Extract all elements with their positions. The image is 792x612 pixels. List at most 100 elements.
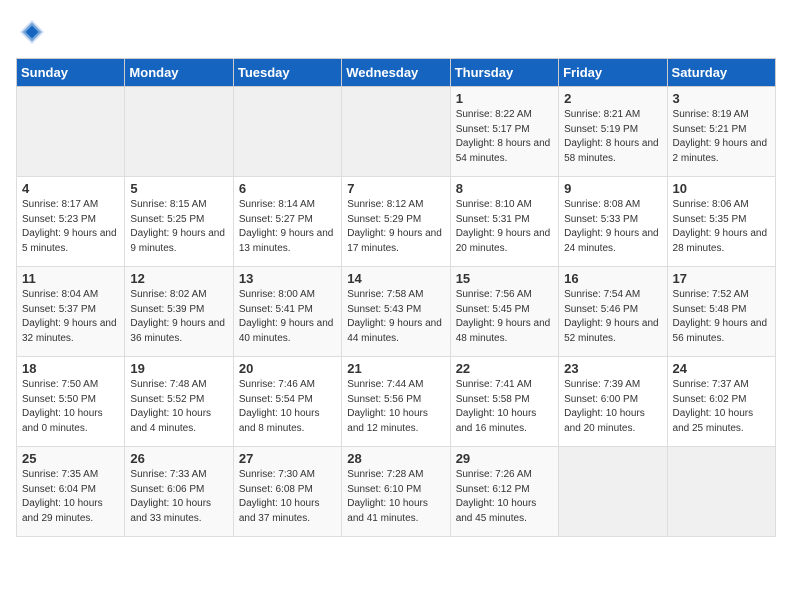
day-number: 17 — [673, 271, 770, 286]
calendar-week-5: 25 Sunrise: 7:35 AMSunset: 6:04 PMDaylig… — [17, 447, 776, 537]
day-number: 8 — [456, 181, 553, 196]
day-number: 22 — [456, 361, 553, 376]
day-number: 18 — [22, 361, 119, 376]
weekday-header-monday: Monday — [125, 59, 233, 87]
day-number: 15 — [456, 271, 553, 286]
calendar-cell: 5 Sunrise: 8:15 AMSunset: 5:25 PMDayligh… — [125, 177, 233, 267]
logo-icon — [16, 16, 48, 48]
calendar-cell: 21 Sunrise: 7:44 AMSunset: 5:56 PMDaylig… — [342, 357, 450, 447]
day-number: 29 — [456, 451, 553, 466]
calendar-cell — [559, 447, 667, 537]
calendar-cell: 8 Sunrise: 8:10 AMSunset: 5:31 PMDayligh… — [450, 177, 558, 267]
calendar-cell: 6 Sunrise: 8:14 AMSunset: 5:27 PMDayligh… — [233, 177, 341, 267]
calendar-cell: 7 Sunrise: 8:12 AMSunset: 5:29 PMDayligh… — [342, 177, 450, 267]
day-number: 3 — [673, 91, 770, 106]
calendar-week-1: 1 Sunrise: 8:22 AMSunset: 5:17 PMDayligh… — [17, 87, 776, 177]
day-info: Sunrise: 8:19 AMSunset: 5:21 PMDaylight:… — [673, 108, 770, 166]
day-info: Sunrise: 7:46 AMSunset: 5:54 PMDaylight:… — [239, 378, 336, 436]
day-info: Sunrise: 8:00 AMSunset: 5:41 PMDaylight:… — [239, 288, 336, 346]
weekday-header-sunday: Sunday — [17, 59, 125, 87]
calendar-cell: 24 Sunrise: 7:37 AMSunset: 6:02 PMDaylig… — [667, 357, 775, 447]
day-number: 20 — [239, 361, 336, 376]
calendar-cell: 10 Sunrise: 8:06 AMSunset: 5:35 PMDaylig… — [667, 177, 775, 267]
day-info: Sunrise: 7:37 AMSunset: 6:02 PMDaylight:… — [673, 378, 770, 436]
calendar-week-3: 11 Sunrise: 8:04 AMSunset: 5:37 PMDaylig… — [17, 267, 776, 357]
day-info: Sunrise: 8:21 AMSunset: 5:19 PMDaylight:… — [564, 108, 661, 166]
day-number: 14 — [347, 271, 444, 286]
calendar-cell — [667, 447, 775, 537]
day-number: 12 — [130, 271, 227, 286]
calendar-cell: 11 Sunrise: 8:04 AMSunset: 5:37 PMDaylig… — [17, 267, 125, 357]
weekday-header-thursday: Thursday — [450, 59, 558, 87]
day-number: 28 — [347, 451, 444, 466]
calendar-cell — [233, 87, 341, 177]
day-info: Sunrise: 7:58 AMSunset: 5:43 PMDaylight:… — [347, 288, 444, 346]
calendar-cell: 26 Sunrise: 7:33 AMSunset: 6:06 PMDaylig… — [125, 447, 233, 537]
day-info: Sunrise: 8:17 AMSunset: 5:23 PMDaylight:… — [22, 198, 119, 256]
weekday-header-tuesday: Tuesday — [233, 59, 341, 87]
day-info: Sunrise: 8:22 AMSunset: 5:17 PMDaylight:… — [456, 108, 553, 166]
day-number: 11 — [22, 271, 119, 286]
calendar-week-4: 18 Sunrise: 7:50 AMSunset: 5:50 PMDaylig… — [17, 357, 776, 447]
day-info: Sunrise: 8:04 AMSunset: 5:37 PMDaylight:… — [22, 288, 119, 346]
day-info: Sunrise: 7:30 AMSunset: 6:08 PMDaylight:… — [239, 468, 336, 526]
weekday-header-saturday: Saturday — [667, 59, 775, 87]
calendar-cell: 19 Sunrise: 7:48 AMSunset: 5:52 PMDaylig… — [125, 357, 233, 447]
calendar-cell — [342, 87, 450, 177]
day-info: Sunrise: 7:44 AMSunset: 5:56 PMDaylight:… — [347, 378, 444, 436]
day-number: 7 — [347, 181, 444, 196]
calendar-cell: 20 Sunrise: 7:46 AMSunset: 5:54 PMDaylig… — [233, 357, 341, 447]
calendar-body: 1 Sunrise: 8:22 AMSunset: 5:17 PMDayligh… — [17, 87, 776, 537]
day-info: Sunrise: 8:15 AMSunset: 5:25 PMDaylight:… — [130, 198, 227, 256]
calendar-cell — [125, 87, 233, 177]
day-info: Sunrise: 7:50 AMSunset: 5:50 PMDaylight:… — [22, 378, 119, 436]
calendar-cell: 3 Sunrise: 8:19 AMSunset: 5:21 PMDayligh… — [667, 87, 775, 177]
day-info: Sunrise: 8:02 AMSunset: 5:39 PMDaylight:… — [130, 288, 227, 346]
calendar-cell: 17 Sunrise: 7:52 AMSunset: 5:48 PMDaylig… — [667, 267, 775, 357]
day-info: Sunrise: 7:28 AMSunset: 6:10 PMDaylight:… — [347, 468, 444, 526]
logo — [16, 16, 52, 48]
day-info: Sunrise: 8:06 AMSunset: 5:35 PMDaylight:… — [673, 198, 770, 256]
calendar-cell: 2 Sunrise: 8:21 AMSunset: 5:19 PMDayligh… — [559, 87, 667, 177]
day-info: Sunrise: 7:56 AMSunset: 5:45 PMDaylight:… — [456, 288, 553, 346]
calendar-cell: 4 Sunrise: 8:17 AMSunset: 5:23 PMDayligh… — [17, 177, 125, 267]
day-number: 13 — [239, 271, 336, 286]
day-info: Sunrise: 7:39 AMSunset: 6:00 PMDaylight:… — [564, 378, 661, 436]
weekday-header-row: SundayMondayTuesdayWednesdayThursdayFrid… — [17, 59, 776, 87]
calendar-table: SundayMondayTuesdayWednesdayThursdayFrid… — [16, 58, 776, 537]
day-number: 25 — [22, 451, 119, 466]
day-number: 16 — [564, 271, 661, 286]
day-number: 27 — [239, 451, 336, 466]
day-number: 4 — [22, 181, 119, 196]
calendar-cell: 9 Sunrise: 8:08 AMSunset: 5:33 PMDayligh… — [559, 177, 667, 267]
day-info: Sunrise: 7:52 AMSunset: 5:48 PMDaylight:… — [673, 288, 770, 346]
calendar-cell: 15 Sunrise: 7:56 AMSunset: 5:45 PMDaylig… — [450, 267, 558, 357]
calendar-cell: 23 Sunrise: 7:39 AMSunset: 6:00 PMDaylig… — [559, 357, 667, 447]
calendar-cell: 28 Sunrise: 7:28 AMSunset: 6:10 PMDaylig… — [342, 447, 450, 537]
day-info: Sunrise: 8:08 AMSunset: 5:33 PMDaylight:… — [564, 198, 661, 256]
day-info: Sunrise: 7:26 AMSunset: 6:12 PMDaylight:… — [456, 468, 553, 526]
day-info: Sunrise: 7:33 AMSunset: 6:06 PMDaylight:… — [130, 468, 227, 526]
day-number: 1 — [456, 91, 553, 106]
day-info: Sunrise: 7:41 AMSunset: 5:58 PMDaylight:… — [456, 378, 553, 436]
calendar-cell: 22 Sunrise: 7:41 AMSunset: 5:58 PMDaylig… — [450, 357, 558, 447]
calendar-cell: 14 Sunrise: 7:58 AMSunset: 5:43 PMDaylig… — [342, 267, 450, 357]
day-number: 23 — [564, 361, 661, 376]
day-info: Sunrise: 7:54 AMSunset: 5:46 PMDaylight:… — [564, 288, 661, 346]
day-number: 6 — [239, 181, 336, 196]
weekday-header-friday: Friday — [559, 59, 667, 87]
day-info: Sunrise: 7:35 AMSunset: 6:04 PMDaylight:… — [22, 468, 119, 526]
calendar-header: SundayMondayTuesdayWednesdayThursdayFrid… — [17, 59, 776, 87]
day-number: 5 — [130, 181, 227, 196]
calendar-cell: 29 Sunrise: 7:26 AMSunset: 6:12 PMDaylig… — [450, 447, 558, 537]
day-info: Sunrise: 8:10 AMSunset: 5:31 PMDaylight:… — [456, 198, 553, 256]
day-number: 10 — [673, 181, 770, 196]
calendar-week-2: 4 Sunrise: 8:17 AMSunset: 5:23 PMDayligh… — [17, 177, 776, 267]
day-number: 21 — [347, 361, 444, 376]
calendar-cell: 25 Sunrise: 7:35 AMSunset: 6:04 PMDaylig… — [17, 447, 125, 537]
day-info: Sunrise: 8:12 AMSunset: 5:29 PMDaylight:… — [347, 198, 444, 256]
calendar-cell: 27 Sunrise: 7:30 AMSunset: 6:08 PMDaylig… — [233, 447, 341, 537]
day-info: Sunrise: 7:48 AMSunset: 5:52 PMDaylight:… — [130, 378, 227, 436]
weekday-header-wednesday: Wednesday — [342, 59, 450, 87]
calendar-cell: 13 Sunrise: 8:00 AMSunset: 5:41 PMDaylig… — [233, 267, 341, 357]
